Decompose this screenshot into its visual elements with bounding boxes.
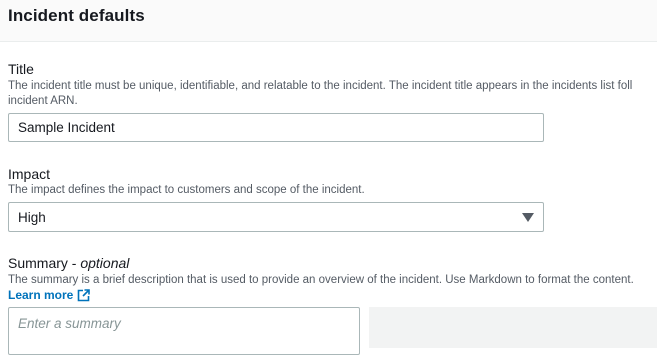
title-description-line2: incident ARN. xyxy=(8,95,78,107)
caret-down-icon xyxy=(522,213,534,222)
title-input-value: Sample Incident xyxy=(18,120,115,135)
impact-description: The impact defines the impact to custome… xyxy=(8,184,365,196)
section-header: Incident defaults xyxy=(0,0,657,42)
impact-selected-value: High xyxy=(18,210,46,225)
external-link-icon xyxy=(78,288,91,301)
summary-description: The summary is a brief description that … xyxy=(8,274,634,286)
summary-label-text: Summary - xyxy=(8,255,81,271)
impact-label: Impact xyxy=(8,166,51,182)
summary-label: Summary - optional xyxy=(8,255,129,271)
learn-more-label: Learn more xyxy=(8,288,74,302)
section-title: Incident defaults xyxy=(8,6,145,25)
title-input[interactable]: Sample Incident xyxy=(8,113,544,142)
learn-more-link[interactable]: Learn more xyxy=(8,288,91,302)
summary-placeholder: Enter a summary xyxy=(18,316,121,331)
impact-select[interactable]: High xyxy=(8,202,544,232)
title-label: Title xyxy=(8,61,34,77)
summary-preview-pane xyxy=(369,307,657,348)
summary-optional-tag: optional xyxy=(80,255,130,271)
title-description-line1: The incident title must be unique, ident… xyxy=(8,80,633,92)
